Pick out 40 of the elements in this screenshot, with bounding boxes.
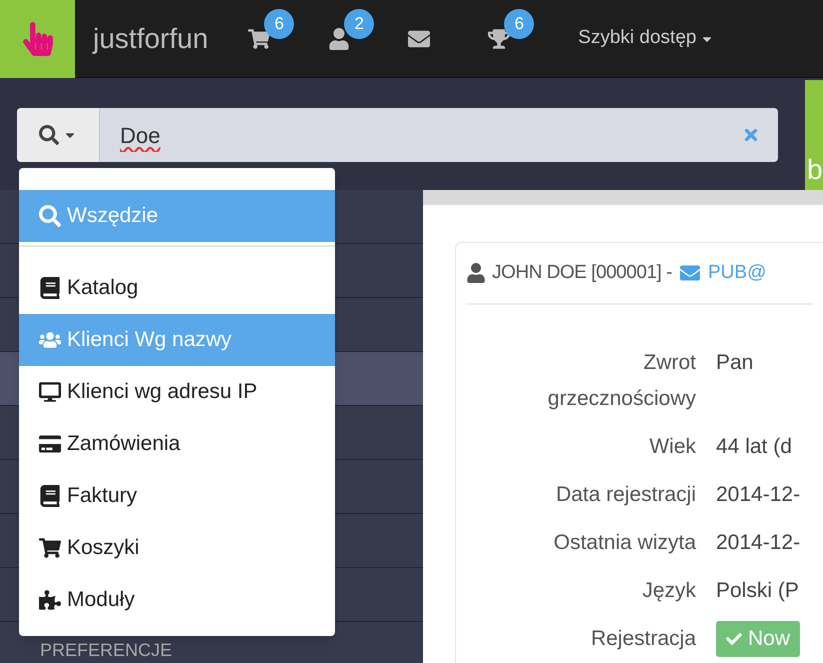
field-label: Ostatnia wizyta	[552, 530, 696, 556]
customer-name: JOHN DOE [000001] -	[492, 260, 672, 285]
field-value: 2014-12-	[716, 482, 800, 508]
trophy-icon[interactable]	[488, 28, 510, 50]
shop-name[interactable]: justforfun	[93, 18, 208, 60]
user-icon[interactable]	[328, 28, 350, 50]
quick-access-menu[interactable]: Szybki dostęp	[578, 24, 714, 53]
field-label: Rejestracja	[590, 626, 696, 652]
book-icon	[39, 277, 61, 299]
menu-item[interactable]: Faktury	[19, 470, 335, 522]
search-icon	[39, 125, 59, 145]
search-icon	[39, 205, 61, 227]
field-value: 44 lat (d	[716, 434, 792, 460]
field-value: 2014-12-	[716, 530, 800, 556]
field-value: Polski (P	[716, 578, 799, 604]
count-badge: 6	[504, 8, 534, 38]
count-badge: 2	[344, 8, 374, 38]
sidebar-label: PREFERENCJE	[40, 640, 172, 660]
count-badge: 6	[264, 8, 294, 38]
book-icon	[39, 485, 61, 507]
field-value: Pan	[716, 350, 754, 376]
search-scope-button[interactable]	[17, 108, 100, 162]
mail-icon	[678, 263, 702, 283]
search-field[interactable]: Doe	[17, 108, 778, 162]
field-label: Data rejestracji	[554, 482, 696, 508]
search-input[interactable]: Doe	[100, 118, 742, 152]
menu-item[interactable]: Zamówienia	[19, 418, 335, 470]
cart-icon[interactable]	[248, 28, 270, 50]
field-label: Język	[641, 578, 696, 604]
menu-item[interactable]: Klienci wg adresu IP	[19, 366, 335, 418]
cart-icon	[39, 537, 61, 559]
credit-card-icon	[39, 433, 61, 455]
user-icon	[466, 263, 486, 283]
puzzle-icon	[39, 589, 61, 611]
field-label: Zwrot grzecznościowy	[546, 350, 696, 412]
monitor-icon	[39, 381, 61, 403]
menu-item[interactable]: Koszyki	[19, 522, 335, 574]
field-label: Wiek	[648, 434, 696, 460]
menu-item[interactable]: Katalog	[19, 262, 335, 314]
check-icon	[726, 631, 742, 647]
